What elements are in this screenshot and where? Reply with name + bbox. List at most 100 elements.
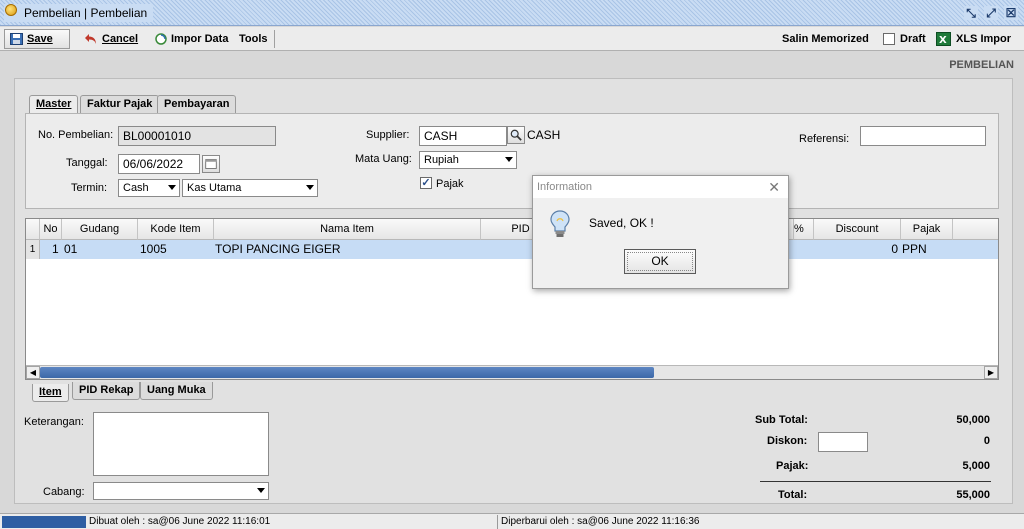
restore-icon[interactable]: ⤡: [964, 6, 978, 20]
column-header-kode-item[interactable]: Kode Item: [138, 219, 214, 240]
mata-uang-value: Rupiah: [424, 154, 459, 166]
maximize-icon[interactable]: ⤢: [984, 6, 998, 20]
tanggal-label: Tanggal:: [66, 157, 108, 169]
pajak-checkbox[interactable]: ✓: [420, 177, 432, 189]
column-header-no[interactable]: No: [40, 219, 62, 240]
no-pembelian-label: No. Pembelian:: [38, 129, 114, 141]
cancel-label: Cancel: [102, 33, 139, 45]
page-label: PEMBELIAN: [949, 59, 1014, 71]
keterangan-label: Keterangan:: [24, 416, 84, 428]
status-bar: Dibuat oleh : sa@06 June 2022 11:16:01 D…: [0, 513, 1024, 529]
referensi-field[interactable]: [860, 126, 986, 146]
no-pembelian-field[interactable]: BL00001010: [118, 126, 276, 146]
cabang-select[interactable]: [93, 482, 269, 500]
sub-total-label: Sub Total:: [755, 414, 808, 426]
mata-uang-select[interactable]: Rupiah: [419, 151, 517, 169]
termin-value: Cash: [123, 182, 149, 194]
save-button[interactable]: Save: [4, 29, 70, 49]
tab-pid-rekap[interactable]: PID Rekap: [72, 382, 141, 400]
draft-checkbox[interactable]: [883, 33, 895, 45]
column-header-pajak[interactable]: Pajak: [901, 219, 953, 240]
scroll-right-icon[interactable]: ▶: [984, 366, 998, 379]
keterangan-textarea[interactable]: [93, 412, 269, 476]
column-header-gudang[interactable]: Gudang: [62, 219, 138, 240]
svg-text:X: X: [939, 35, 947, 46]
diskon-value: 0: [983, 435, 990, 447]
pajak-total-label: Pajak:: [776, 460, 809, 472]
toolbar-separator: [274, 30, 275, 48]
scrollbar-thumb[interactable]: [40, 367, 654, 378]
cabang-label: Cabang:: [43, 486, 85, 498]
import-icon: [155, 33, 167, 45]
supplier-field[interactable]: CASH: [419, 126, 507, 146]
undo-icon: [85, 34, 96, 44]
total-value: 55,000: [956, 489, 990, 501]
pajak-checkbox-label: Pajak: [436, 178, 464, 190]
xls-impor-label: XLS Impor: [956, 33, 1012, 45]
cell-nama-item: TOPI PANCING EIGER: [215, 242, 341, 256]
ok-button[interactable]: OK: [624, 249, 696, 274]
horizontal-scrollbar[interactable]: ◀ ▶: [26, 365, 998, 379]
sub-total-value: 50,000: [956, 414, 990, 426]
total-label: Total:: [778, 489, 808, 501]
termin-select[interactable]: Cash: [118, 179, 180, 197]
column-header-percent[interactable]: %: [794, 219, 814, 240]
tab-faktur-pajak[interactable]: Faktur Pajak: [80, 95, 160, 113]
termin-label: Termin:: [71, 182, 108, 194]
status-updated: Diperbarui oleh : sa@06 June 2022 11:16:…: [501, 516, 700, 527]
dialog-close-icon[interactable]: ✕: [768, 179, 780, 196]
chevron-down-icon: [168, 185, 176, 190]
excel-icon: X: [936, 32, 951, 46]
column-header-nama-item[interactable]: Nama Item: [214, 219, 481, 240]
tab-item[interactable]: Item: [32, 384, 69, 402]
chevron-down-icon: [306, 185, 314, 190]
column-header-discount[interactable]: Discount: [814, 219, 901, 240]
window-title: Pembelian | Pembelian: [4, 4, 154, 22]
diskon-label: Diskon:: [767, 435, 808, 447]
draft-label: Draft: [900, 33, 926, 45]
salin-memorized-label: Salin Memorized: [782, 33, 869, 45]
impor-data-button[interactable]: Impor Data: [155, 29, 228, 49]
item-grid[interactable]: No Gudang Kode Item Nama Item PID % Disc…: [25, 218, 999, 380]
tab-uang-muka[interactable]: Uang Muka: [140, 382, 213, 400]
close-icon[interactable]: ☒: [1004, 6, 1018, 20]
chevron-down-icon: [257, 488, 265, 493]
supplier-name: CASH: [527, 128, 561, 142]
supplier-search-button[interactable]: [507, 126, 525, 144]
tanggal-field[interactable]: 06/06/2022: [118, 154, 200, 174]
lightbulb-icon: [550, 210, 570, 237]
scroll-left-icon[interactable]: ◀: [26, 366, 40, 379]
supplier-label: Supplier:: [366, 129, 410, 141]
search-icon: [510, 129, 522, 141]
dialog-message: Saved, OK !: [589, 216, 654, 230]
salin-memorized-button[interactable]: Salin Memorized: [782, 29, 869, 49]
cell-discount: 0: [891, 242, 898, 256]
title-bar: Pembelian | Pembelian ⤡ ⤢ ☒: [0, 0, 1024, 26]
cell-pajak: PPN: [902, 242, 927, 256]
xls-impor-button[interactable]: X XLS Impor: [936, 29, 1011, 49]
diskon-input[interactable]: [818, 432, 868, 452]
status-created: Dibuat oleh : sa@06 June 2022 11:16:01: [89, 516, 271, 527]
kas-select[interactable]: Kas Utama: [182, 179, 318, 197]
toolbar: Save Cancel Impor Data Tools Salin Memor…: [0, 27, 1024, 51]
mata-uang-label: Mata Uang:: [355, 153, 412, 165]
tab-pembayaran[interactable]: Pembayaran: [157, 95, 237, 113]
pajak-total-value: 5,000: [962, 460, 990, 472]
status-indicator: [2, 516, 86, 528]
tools-menu[interactable]: Tools: [239, 29, 268, 49]
cell-gudang: 01: [64, 242, 78, 256]
status-divider: [497, 515, 498, 529]
app-icon: [5, 4, 17, 16]
cell-kode-item: 1005: [140, 242, 167, 256]
calendar-button[interactable]: [202, 155, 220, 173]
total-divider: [760, 481, 991, 482]
grid-header-corner: [26, 219, 40, 240]
dialog-title: Information: [533, 176, 788, 198]
information-dialog: Information ✕ Saved, OK ! OK: [532, 175, 789, 289]
save-label: Save: [27, 33, 53, 45]
row-number: 1: [26, 240, 40, 259]
cancel-button[interactable]: Cancel: [84, 29, 138, 49]
tab-master[interactable]: Master: [29, 95, 79, 113]
column-header-extra: [953, 219, 998, 240]
impor-data-label: Impor Data: [171, 33, 229, 45]
